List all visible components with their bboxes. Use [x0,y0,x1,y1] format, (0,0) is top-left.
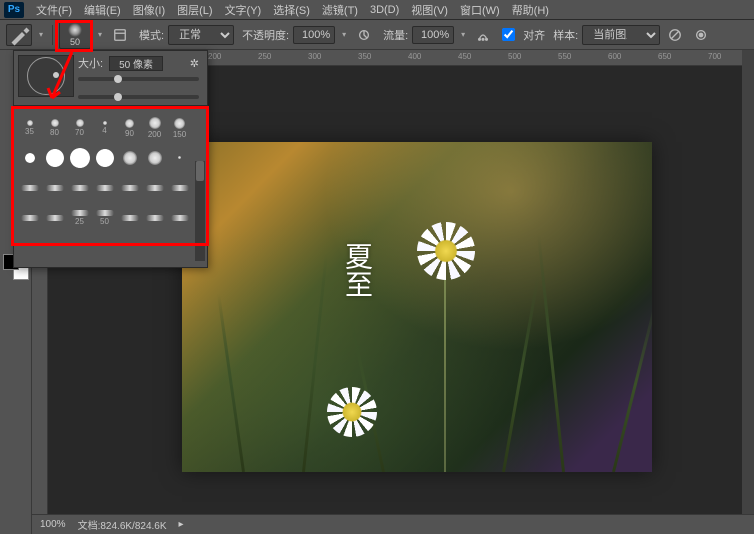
brush-preset-cell[interactable] [93,144,116,172]
brush-preset-cell[interactable] [143,144,166,172]
brush-preset-cell[interactable] [168,144,191,172]
brush-preset-panel: 大小: ✲ 358070490200150 2550 [13,50,208,268]
brush-preset-cell[interactable] [18,174,41,202]
tool-preset-picker[interactable] [6,24,32,46]
brush-preset-cell[interactable]: 35 [18,114,41,142]
flower-stem [444,277,446,472]
document-canvas[interactable]: 夏至 [182,142,652,472]
sample-select[interactable]: 当前图层 [582,25,660,45]
brush-hardness-slider[interactable] [78,95,199,99]
menu-window[interactable]: 窗口(W) [454,2,506,18]
sample-label: 样本: [553,27,578,43]
brush-preset-cell[interactable] [118,204,141,232]
brush-grid: 358070490200150 2550 [14,110,207,236]
brush-preset-cell[interactable] [93,174,116,202]
flow-dropdown[interactable]: ▾ [458,24,468,46]
airbrush-icon[interactable] [472,24,494,46]
flow-label: 流量: [383,27,408,43]
menu-edit[interactable]: 编辑(E) [78,2,127,18]
aligned-checkbox[interactable] [502,28,515,41]
brush-preset-picker[interactable]: 50 [59,21,91,49]
brush-preset-cell[interactable] [168,204,191,232]
document-info[interactable]: 文档:824.6K/824.6K [78,517,167,532]
brush-preset-cell[interactable] [43,144,66,172]
brush-panel-menu-icon[interactable]: ✲ [190,57,199,70]
right-panel-rail[interactable] [742,50,754,534]
menu-image[interactable]: 图像(I) [127,2,171,18]
brush-preset-cell[interactable] [118,144,141,172]
menu-bar: Ps 文件(F) 编辑(E) 图像(I) 图层(L) 文字(Y) 选择(S) 滤… [0,0,754,20]
brush-preset-cell[interactable] [143,174,166,202]
brush-dot-icon [68,23,82,37]
opacity-input[interactable] [293,26,335,44]
brush-preset-cell[interactable] [143,204,166,232]
brush-preset-cell[interactable] [18,204,41,232]
brush-preset-cell[interactable]: 70 [68,114,91,142]
brush-panel-toggle-icon[interactable] [109,24,131,46]
aligned-label: 对齐 [523,27,545,43]
opacity-label: 不透明度: [242,27,289,43]
flow-input[interactable] [412,26,454,44]
options-bar: ▾ 50 ▾ 模式: 正常 不透明度: ▾ 流量: ▾ 对齐 样本: 当前图层 [0,20,754,50]
daisy-flower [417,222,475,280]
brush-preset-cell[interactable]: 25 [68,204,91,232]
mode-label: 模式: [139,27,164,43]
brush-preset-cell[interactable] [18,144,41,172]
brush-size-label: 大小: [78,55,103,71]
pressure-opacity-icon[interactable] [353,24,375,46]
menu-view[interactable]: 视图(V) [405,2,454,18]
menu-layer[interactable]: 图层(L) [171,2,218,18]
brush-angle-preview[interactable] [18,55,74,97]
menu-select[interactable]: 选择(S) [267,2,316,18]
menu-3d[interactable]: 3D(D) [364,4,405,16]
menu-type[interactable]: 文字(Y) [219,2,268,18]
canvas-text-overlay: 夏至 [342,242,370,298]
brush-preset-cell[interactable] [118,174,141,202]
brush-preset-cell[interactable]: 90 [118,114,141,142]
blend-mode-select[interactable]: 正常 [168,25,234,45]
menu-help[interactable]: 帮助(H) [506,2,555,18]
brush-preset-cell[interactable] [43,174,66,202]
brush-size-number: 50 [70,37,80,47]
brush-preset-cell[interactable]: 80 [43,114,66,142]
brush-size-slider[interactable] [78,77,199,81]
menu-filter[interactable]: 滤镜(T) [316,2,364,18]
brush-preset-cell[interactable]: 150 [168,114,191,142]
status-bar: 100% 文档:824.6K/824.6K ▸ [32,514,754,534]
brush-grid-scrollbar[interactable] [195,161,205,261]
ignore-adjustment-icon[interactable] [664,24,686,46]
brush-preset-cell[interactable]: 200 [143,114,166,142]
opacity-dropdown[interactable]: ▾ [339,24,349,46]
brush-preset-cell[interactable] [168,174,191,202]
status-expand-icon[interactable]: ▸ [179,519,184,530]
brush-preset-cell[interactable] [68,174,91,202]
brush-size-input[interactable] [109,56,163,71]
ps-logo: Ps [4,2,24,18]
pressure-size-icon[interactable] [690,24,712,46]
tool-preset-dropdown[interactable]: ▾ [36,24,46,46]
brush-preset-cell[interactable] [68,144,91,172]
zoom-level[interactable]: 100% [40,519,66,530]
brush-preset-cell[interactable] [43,204,66,232]
brush-preset-cell[interactable]: 4 [93,114,116,142]
brush-preset-cell[interactable]: 50 [93,204,116,232]
daisy-flower [327,387,377,437]
brush-preset-dropdown[interactable]: ▾ [95,24,105,46]
menu-file[interactable]: 文件(F) [30,2,78,18]
